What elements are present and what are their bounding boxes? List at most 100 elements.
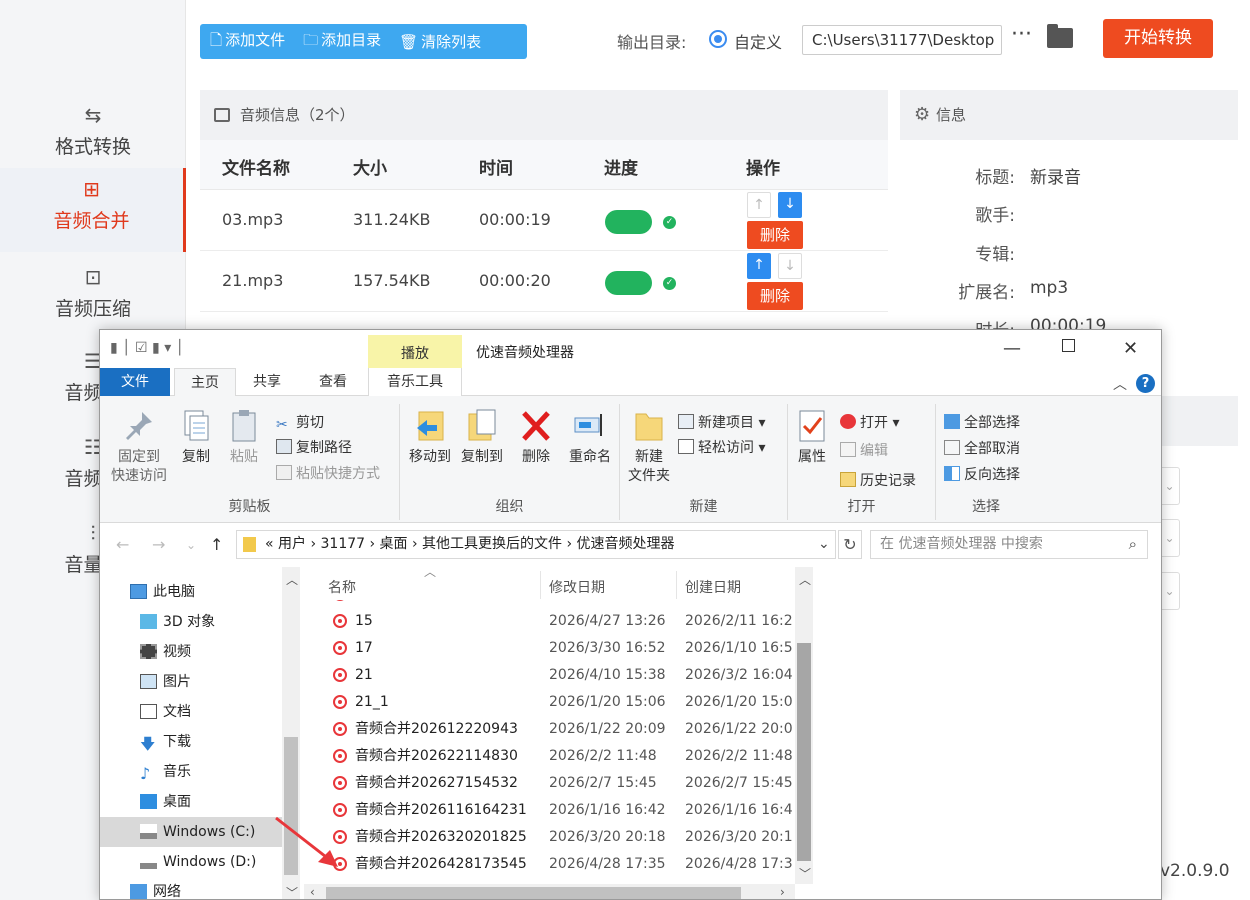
quick-access-toolbar[interactable]: ▮ │ ☑ ▮ ▾ │ [110, 340, 184, 356]
nav-audio-merge[interactable]: ⊞ 音频合并 [0, 168, 186, 252]
tree-item-desktop[interactable]: 桌面 [100, 787, 282, 817]
file-row[interactable]: 音频合并202622114830 2026/2/2 11:48 2026/2/2 1… [320, 743, 795, 770]
info-label-artist: 歌手: [975, 206, 1015, 226]
tab-music-tools[interactable]: 音乐工具 [368, 368, 462, 396]
setting-select[interactable]: ⌄ [1160, 519, 1180, 557]
col-modified[interactable]: 修改日期 [549, 577, 605, 597]
col-name[interactable]: 名称 [328, 577, 356, 597]
search-input[interactable]: 在 优速音频处理器 中搜索 ⌕ [870, 530, 1148, 559]
delete-button[interactable]: 删除 [747, 221, 803, 249]
setting-select[interactable]: ⌄ [1160, 467, 1180, 505]
tab-share[interactable]: 共享 [240, 368, 294, 396]
delete-button[interactable]: 删除 [747, 282, 803, 310]
netease-music-icon [333, 749, 347, 763]
move-down-button[interactable]: ↓ [778, 253, 802, 279]
maximize-icon[interactable] [1062, 339, 1075, 352]
address-dropdown-icon[interactable]: ⌄ [818, 530, 830, 559]
more-icon[interactable]: ··· [1011, 22, 1032, 47]
tab-view[interactable]: 查看 [306, 368, 360, 396]
tree-item-drive-d[interactable]: Windows (D:) [100, 847, 282, 877]
copy-path-button[interactable]: 复制路径 [276, 437, 352, 457]
cut-button[interactable]: ✂ 剪切 [276, 412, 324, 433]
file-row[interactable]: 音频合并2026116164231 2026/1/16 16:42 2026/1/1… [320, 797, 795, 824]
tab-home[interactable]: 主页 [174, 368, 236, 397]
copy-to-button[interactable]: 复制到 [456, 408, 508, 467]
col-created[interactable]: 创建日期 [685, 577, 741, 597]
tree-item-this-pc[interactable]: 此电脑 [100, 577, 282, 607]
output-path-input[interactable]: C:\Users\31177\Desktop [802, 25, 1002, 55]
history-button[interactable]: 历史记录 [840, 470, 916, 490]
tree-item-pictures[interactable]: 图片 [100, 667, 282, 697]
clear-list-button[interactable]: 🗑 清除列表 [399, 31, 481, 52]
new-folder-button[interactable]: 新建 文件夹 [624, 408, 674, 486]
move-up-button[interactable]: ↑ [747, 192, 771, 218]
scroll-right-icon[interactable]: › [780, 885, 785, 899]
refresh-icon[interactable]: ↻ [838, 530, 862, 559]
file-row[interactable]: 21 2026/4/10 15:38 2026/3/2 16:04 [320, 662, 795, 689]
open-button[interactable]: 打开 ▾ [840, 412, 899, 432]
scroll-up-icon[interactable]: ︿ [799, 571, 811, 588]
tree-item-documents[interactable]: 文档 [100, 697, 282, 727]
nav-audio-compress[interactable]: ⊡ 音频压缩 [0, 256, 186, 340]
scroll-up-icon[interactable]: ︿ [286, 571, 298, 588]
select-none-button[interactable]: 全部取消 [944, 438, 1020, 458]
file-row[interactable]: 音频合并202627154532 2026/2/7 15:45 2026/2/7 1… [320, 770, 795, 797]
file-modified: 2026/2/11 16:44 [549, 600, 666, 608]
info-value-ext: mp3 [1030, 278, 1069, 298]
delete-file-button[interactable]: 删除 [516, 408, 556, 467]
select-all-button[interactable]: 全部选择 [944, 412, 1020, 432]
add-dir-button[interactable]: 🗀 添加目录 [303, 29, 381, 55]
group-new: 新建 文件夹 新建项目 ▾ 轻松访问 ▾ 新建 [620, 404, 788, 520]
move-up-button[interactable]: ↑ [747, 253, 771, 279]
nav-format-convert[interactable]: ⇆ 格式转换 [0, 94, 186, 178]
custom-radio[interactable] [709, 30, 727, 48]
close-icon[interactable]: ✕ [1123, 338, 1138, 359]
custom-radio-label[interactable]: 自定义 [734, 29, 782, 53]
tree-item-drive-c[interactable]: Windows (C:) [100, 817, 282, 847]
tree-item-3d[interactable]: 3D 对象 [100, 607, 282, 637]
file-row[interactable]: 15 2026/4/27 13:26 2026/2/11 16:2 [320, 608, 795, 635]
horizontal-scrollbar-thumb[interactable] [326, 887, 741, 899]
tree-item-video[interactable]: 视频 [100, 637, 282, 667]
scroll-down-icon[interactable]: ﹀ [799, 865, 811, 882]
help-icon[interactable]: ? [1136, 374, 1155, 393]
minimize-icon[interactable]: — [1003, 338, 1021, 359]
tree-item-music[interactable]: ♪ 音乐 [100, 757, 282, 787]
up-icon[interactable]: ↑ [210, 535, 223, 554]
back-icon[interactable]: ← [116, 535, 129, 554]
tree-item-network[interactable]: 网络 [100, 877, 282, 899]
open-folder-icon[interactable] [1047, 24, 1073, 48]
tab-file[interactable]: 文件 [100, 368, 170, 396]
file-row[interactable]: 音频合并202612220943 2026/1/22 20:09 2026/1/22… [320, 716, 795, 743]
file-row[interactable]: 音频合并2026320201825 2026/3/20 20:18 2026/3/2… [320, 824, 795, 851]
invert-selection-button[interactable]: 反向选择 [944, 464, 1020, 484]
recent-icon[interactable]: ⌄ [186, 538, 196, 552]
move-to-button[interactable]: 移动到 [404, 408, 456, 467]
properties-button[interactable]: 属性 [792, 408, 832, 467]
setting-select[interactable]: ⌄ [1160, 572, 1180, 610]
rename-button[interactable]: 重命名 [564, 408, 616, 467]
scroll-down-icon[interactable]: ﹀ [286, 884, 298, 899]
copy-button[interactable]: 复制 [176, 408, 216, 467]
forward-icon[interactable]: → [152, 535, 165, 554]
add-file-button[interactable]: 🗋 添加文件 [210, 29, 285, 55]
tab-play-context[interactable]: 播放 [368, 335, 462, 368]
file-row[interactable]: 21_1 2026/1/20 15:06 2026/1/20 15:0 [320, 689, 795, 716]
paste-shortcut-button[interactable]: 粘贴快捷方式 [276, 463, 380, 483]
paste-button[interactable]: 粘贴 [224, 408, 264, 467]
netease-music-icon [333, 695, 347, 709]
collapse-ribbon-icon[interactable]: ︿ [1113, 374, 1127, 394]
pin-quick-access-button[interactable]: 固定到 快速访问 [108, 408, 170, 486]
scroll-left-icon[interactable]: ‹ [310, 885, 315, 899]
start-convert-button[interactable]: 开始转换 [1103, 19, 1213, 58]
file-row[interactable]: 17 2026/3/30 16:52 2026/1/10 16:5 [320, 635, 795, 662]
edit-button[interactable]: 编辑 [840, 440, 888, 460]
move-down-button[interactable]: ↓ [778, 192, 802, 218]
file-list-scrollbar-thumb[interactable] [797, 643, 811, 861]
tree-item-downloads[interactable]: 🡇 下载 [100, 727, 282, 757]
file-row[interactable]: 音频合并2026428173545 2026/4/28 17:35 2026/4/2… [320, 851, 795, 878]
address-bar[interactable]: « 用户 › 31177 › 桌面 › 其他工具更换后的文件 › 优速音频处理器 [236, 530, 836, 559]
file-row[interactable]: 06 2026/2/11 16:44 2026/2/9 10:39 [320, 600, 795, 608]
new-item-button[interactable]: 新建项目 ▾ [678, 412, 765, 432]
easy-access-button[interactable]: 轻松访问 ▾ [678, 437, 765, 457]
